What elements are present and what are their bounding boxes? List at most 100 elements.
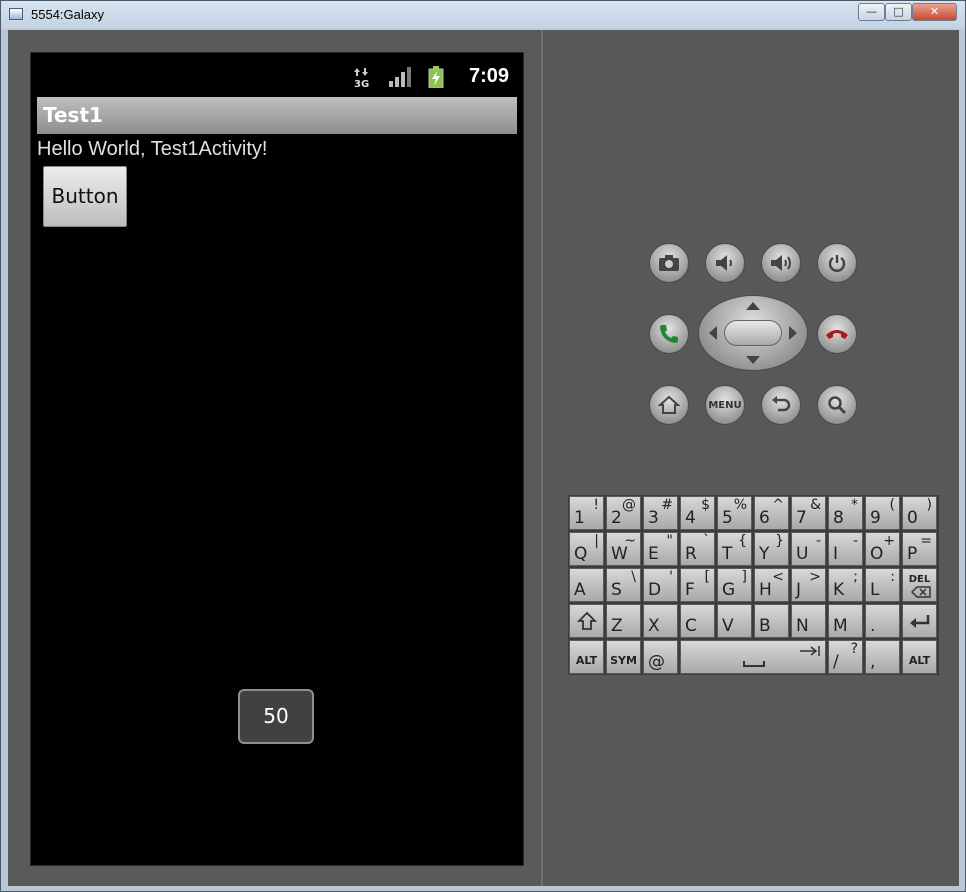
signal-strength-icon xyxy=(388,66,412,92)
hardware-keyboard: 1! 2 @ 3 # 4 $ 5% 6 ^ 7 & 8 * 9( 0) Q | W ~ E " R… xyxy=(568,495,939,675)
key-a[interactable]: A xyxy=(569,568,604,602)
device-screen-panel: 3G 7:09 Test1 Hello World, Test1Activity… xyxy=(8,30,543,886)
emulator-window: 5554:Galaxy — □ ✕ 3G 7:09 Test1 Hello Wo… xyxy=(0,0,966,892)
menu-button[interactable]: MENU xyxy=(705,385,745,425)
end-call-button[interactable] xyxy=(817,314,857,354)
key-sym[interactable]: SYM xyxy=(606,640,641,674)
back-button[interactable] xyxy=(761,385,801,425)
backspace-icon xyxy=(911,586,931,598)
android-screen[interactable]: 3G 7:09 Test1 Hello World, Test1Activity… xyxy=(30,52,524,866)
dpad-center-button[interactable] xyxy=(724,320,782,346)
key-z[interactable]: Z xyxy=(606,604,641,638)
key-del[interactable]: DEL xyxy=(902,568,937,602)
key-s[interactable]: S \ xyxy=(606,568,641,602)
key-comma[interactable]: , xyxy=(865,640,900,674)
key-g[interactable]: G] xyxy=(717,568,752,602)
key-slash[interactable]: /? xyxy=(828,640,863,674)
key-l[interactable]: L: xyxy=(865,568,900,602)
battery-charging-icon xyxy=(428,66,444,92)
key-o[interactable]: O + xyxy=(865,532,900,566)
key-enter[interactable] xyxy=(902,604,937,638)
svg-text:3G: 3G xyxy=(354,79,369,88)
power-button[interactable] xyxy=(817,243,857,283)
key-d[interactable]: D ' xyxy=(643,568,678,602)
power-icon xyxy=(828,255,846,272)
status-bar: 3G 7:09 xyxy=(31,53,523,97)
key-space[interactable] xyxy=(680,640,826,674)
key-shift[interactable] xyxy=(569,604,604,638)
dpad-right-icon[interactable] xyxy=(789,326,797,340)
status-clock: 7:09 xyxy=(468,65,509,87)
key-3[interactable]: 3 # xyxy=(643,496,678,530)
close-button[interactable]: ✕ xyxy=(912,3,957,21)
key-9[interactable]: 9( xyxy=(865,496,900,530)
search-icon xyxy=(828,396,847,415)
key-j[interactable]: J > xyxy=(791,568,826,602)
phone-green-icon xyxy=(660,325,678,343)
key-7[interactable]: 7 & xyxy=(791,496,826,530)
key-alt-right[interactable]: ALT xyxy=(902,640,937,674)
data-3g-icon: 3G xyxy=(353,66,371,92)
key-h[interactable]: H < xyxy=(754,568,789,602)
window-title: 5554:Galaxy xyxy=(31,7,104,22)
key-r[interactable]: R ` xyxy=(680,532,715,566)
dpad[interactable] xyxy=(698,295,808,371)
key-5[interactable]: 5% xyxy=(717,496,752,530)
call-button[interactable] xyxy=(649,314,689,354)
key-q[interactable]: Q | xyxy=(569,532,604,566)
key-u[interactable]: U- xyxy=(791,532,826,566)
key-f[interactable]: F[ xyxy=(680,568,715,602)
key-at[interactable]: @ xyxy=(643,640,678,674)
search-button[interactable] xyxy=(817,385,857,425)
key-y[interactable]: Y} xyxy=(754,532,789,566)
key-alt-left[interactable]: ALT xyxy=(569,640,604,674)
volume-up-icon xyxy=(771,255,791,271)
key-p[interactable]: P = xyxy=(902,532,937,566)
maximize-button[interactable]: □ xyxy=(885,3,912,21)
key-w[interactable]: W ~ xyxy=(606,532,641,566)
app-title: Test1 xyxy=(43,103,103,127)
key-0[interactable]: 0) xyxy=(902,496,937,530)
volume-down-icon xyxy=(716,255,732,271)
key-t[interactable]: T{ xyxy=(717,532,752,566)
toast-message: 50 xyxy=(238,689,314,744)
key-i[interactable]: I- xyxy=(828,532,863,566)
key-4[interactable]: 4 $ xyxy=(680,496,715,530)
key-m[interactable]: M xyxy=(828,604,863,638)
space-icon xyxy=(743,661,765,667)
tab-icon xyxy=(800,646,820,656)
key-k[interactable]: K; xyxy=(828,568,863,602)
hello-text: Hello World, Test1Activity! xyxy=(37,138,268,160)
emulator-client-area: 3G 7:09 Test1 Hello World, Test1Activity… xyxy=(8,30,959,886)
window-app-icon xyxy=(9,8,23,20)
minimize-button[interactable]: — xyxy=(858,3,885,21)
phone-red-icon xyxy=(826,330,848,339)
dpad-down-icon[interactable] xyxy=(746,356,760,364)
dpad-left-icon[interactable] xyxy=(709,326,717,340)
menu-label: MENU xyxy=(708,399,742,411)
app-title-bar: Test1 xyxy=(37,97,517,134)
key-8[interactable]: 8 * xyxy=(828,496,863,530)
camera-icon xyxy=(659,255,679,271)
home-button[interactable] xyxy=(649,385,689,425)
key-e[interactable]: E " xyxy=(643,532,678,566)
key-period[interactable]: . xyxy=(865,604,900,638)
app-button[interactable]: Button xyxy=(43,166,127,227)
key-2[interactable]: 2 @ xyxy=(606,496,641,530)
key-c[interactable]: C xyxy=(680,604,715,638)
title-bar[interactable]: 5554:Galaxy — □ ✕ xyxy=(1,1,965,29)
key-1[interactable]: 1! xyxy=(569,496,604,530)
key-x[interactable]: X xyxy=(643,604,678,638)
back-icon xyxy=(772,396,791,412)
key-b[interactable]: B xyxy=(754,604,789,638)
volume-up-button[interactable] xyxy=(761,243,801,283)
key-n[interactable]: N xyxy=(791,604,826,638)
camera-button[interactable] xyxy=(649,243,689,283)
shift-icon xyxy=(577,611,597,630)
dpad-up-icon[interactable] xyxy=(746,302,760,310)
key-v[interactable]: V xyxy=(717,604,752,638)
home-icon xyxy=(658,395,680,414)
key-6[interactable]: 6 ^ xyxy=(754,496,789,530)
enter-icon xyxy=(910,615,930,628)
volume-down-button[interactable] xyxy=(705,243,745,283)
